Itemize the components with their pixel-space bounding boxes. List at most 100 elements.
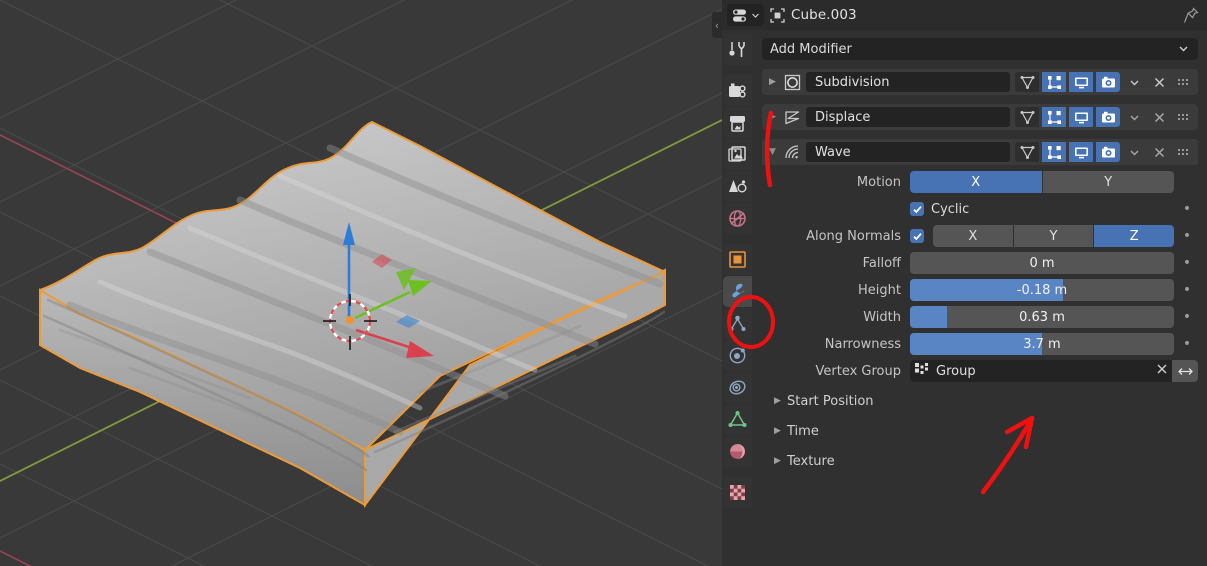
height-label: Height xyxy=(858,282,901,298)
sidebar-item-output[interactable] xyxy=(723,107,752,138)
editor-type-selector[interactable] xyxy=(727,4,764,26)
drag-dots-icon[interactable] xyxy=(1173,148,1195,157)
output-printer-icon xyxy=(730,115,745,132)
modifier-name-field[interactable]: Displace xyxy=(806,107,1010,127)
normals-axis-y[interactable]: Y xyxy=(1013,225,1094,247)
sidebar-item-render[interactable] xyxy=(723,75,752,106)
animate-decorator[interactable]: • xyxy=(1176,256,1198,270)
particles-icon xyxy=(729,315,746,331)
modifier-extras-button[interactable] xyxy=(1123,107,1145,127)
on-cage-icon[interactable] xyxy=(1015,72,1039,92)
swap-arrows-icon[interactable] xyxy=(1172,360,1198,382)
animate-decorator[interactable]: • xyxy=(1176,283,1198,297)
modifier-row-subdivision[interactable]: ▶ Subdivision xyxy=(762,69,1198,95)
modifier-row-displace[interactable]: ▶ Displace xyxy=(762,104,1198,130)
width-label: Width xyxy=(863,309,901,325)
sidebar-item-world[interactable] xyxy=(723,203,752,234)
height-row: Height -0.18 m • xyxy=(762,279,1198,301)
animate-decorator[interactable]: • xyxy=(1176,202,1198,216)
3d-viewport[interactable]: ‹ xyxy=(0,0,722,566)
vertex-group-field[interactable]: Group xyxy=(910,360,1198,382)
modifier-extras-button[interactable] xyxy=(1123,72,1145,92)
normals-axis-group[interactable]: X Y Z xyxy=(933,225,1175,247)
expand-arrow[interactable]: ▶ xyxy=(766,77,779,87)
animate-decorator[interactable]: • xyxy=(1176,229,1198,243)
close-x-icon[interactable] xyxy=(1148,142,1170,162)
viewport-collapse-arrow[interactable]: ‹ xyxy=(712,12,722,38)
falloff-slider[interactable]: 0 m xyxy=(910,252,1174,274)
expand-arrow[interactable]: ▶ xyxy=(771,456,784,466)
physics-orbit-icon xyxy=(729,347,746,364)
along-normals-row: Along Normals X Y Z • xyxy=(762,225,1198,247)
narrowness-label: Narrowness xyxy=(824,336,901,352)
drag-dots-icon[interactable] xyxy=(1173,78,1195,87)
world-globe-icon xyxy=(729,210,746,227)
vertex-group-label: Vertex Group xyxy=(815,363,902,379)
edit-mode-icon[interactable] xyxy=(1042,72,1066,92)
cyclic-label: Cyclic xyxy=(931,201,970,217)
expand-arrow[interactable]: ▼ xyxy=(766,147,779,157)
sidebar-item-texture[interactable] xyxy=(723,477,752,508)
sidebar-item-scene[interactable] xyxy=(723,171,752,202)
modifier-row-wave[interactable]: ▼ Wave xyxy=(762,139,1198,165)
along-normals-checkbox[interactable] xyxy=(910,229,924,243)
slider-fill xyxy=(910,333,1042,355)
narrowness-value: 3.7 m xyxy=(1023,336,1061,352)
display-monitor-icon[interactable] xyxy=(1069,72,1093,92)
normals-axis-z[interactable]: Z xyxy=(1094,225,1175,247)
chevron-down-icon xyxy=(1179,46,1188,52)
sidebar-item-material[interactable] xyxy=(723,436,752,467)
height-slider[interactable]: -0.18 m xyxy=(910,279,1174,301)
drag-dots-icon[interactable] xyxy=(1173,113,1195,122)
sidebar-item-physics[interactable] xyxy=(723,340,752,371)
motion-label: Motion xyxy=(856,174,901,190)
normals-axis-x[interactable]: X xyxy=(933,225,1013,247)
motion-option-x[interactable]: X xyxy=(910,171,1042,193)
modifier-wave-icon xyxy=(782,144,803,161)
sidebar-item-object[interactable] xyxy=(723,244,752,275)
cyclic-row: Cyclic • xyxy=(762,198,1198,220)
subpanel-start-position[interactable]: ▶ Start Position xyxy=(762,390,1198,412)
expand-arrow[interactable]: ▶ xyxy=(766,112,779,122)
subpanel-time[interactable]: ▶ Time xyxy=(762,420,1198,442)
sidebar-item-view-layer[interactable] xyxy=(723,139,752,170)
animate-decorator[interactable]: • xyxy=(1176,310,1198,324)
close-x-icon[interactable] xyxy=(1148,107,1170,127)
motion-toggle-group[interactable]: X Y xyxy=(910,171,1174,193)
modifier-name-field[interactable]: Subdivision xyxy=(806,72,1010,92)
on-cage-icon[interactable] xyxy=(1015,142,1039,162)
modifier-name-field[interactable]: Wave xyxy=(806,142,1010,162)
width-slider[interactable]: 0.63 m xyxy=(910,306,1174,328)
render-camera-icon[interactable] xyxy=(1096,107,1120,127)
falloff-row: Falloff 0 m • xyxy=(762,252,1198,274)
sidebar-item-object-data[interactable] xyxy=(723,404,752,435)
motion-option-y[interactable]: Y xyxy=(1042,171,1174,193)
pin-icon[interactable] xyxy=(1183,6,1199,24)
sidebar-item-particles[interactable] xyxy=(723,308,752,339)
sidebar-item-modifiers[interactable] xyxy=(723,276,752,307)
width-value: 0.63 m xyxy=(1019,309,1065,325)
width-row: Width 0.63 m • xyxy=(762,306,1198,328)
cyclic-checkbox[interactable] xyxy=(910,202,924,216)
move-gizmo[interactable] xyxy=(0,0,722,566)
narrowness-slider[interactable]: 3.7 m xyxy=(910,333,1174,355)
display-monitor-icon[interactable] xyxy=(1069,107,1093,127)
constraints-icon xyxy=(729,380,746,395)
edit-mode-icon[interactable] xyxy=(1042,142,1066,162)
sidebar-item-constraints[interactable] xyxy=(723,372,752,403)
render-camera-icon[interactable] xyxy=(1096,72,1120,92)
close-x-icon[interactable] xyxy=(1156,363,1168,379)
along-normals-label: Along Normals xyxy=(806,228,901,244)
modifier-extras-button[interactable] xyxy=(1123,142,1145,162)
subpanel-texture[interactable]: ▶ Texture xyxy=(762,450,1198,472)
close-x-icon[interactable] xyxy=(1148,72,1170,92)
sidebar-item-tool[interactable] xyxy=(723,34,752,65)
on-cage-icon[interactable] xyxy=(1015,107,1039,127)
expand-arrow[interactable]: ▶ xyxy=(771,426,784,436)
render-camera-icon[interactable] xyxy=(1096,142,1120,162)
edit-mode-icon[interactable] xyxy=(1042,107,1066,127)
display-monitor-icon[interactable] xyxy=(1069,142,1093,162)
add-modifier-button[interactable]: Add Modifier xyxy=(762,38,1198,60)
animate-decorator[interactable]: • xyxy=(1176,337,1198,351)
expand-arrow[interactable]: ▶ xyxy=(771,396,784,406)
